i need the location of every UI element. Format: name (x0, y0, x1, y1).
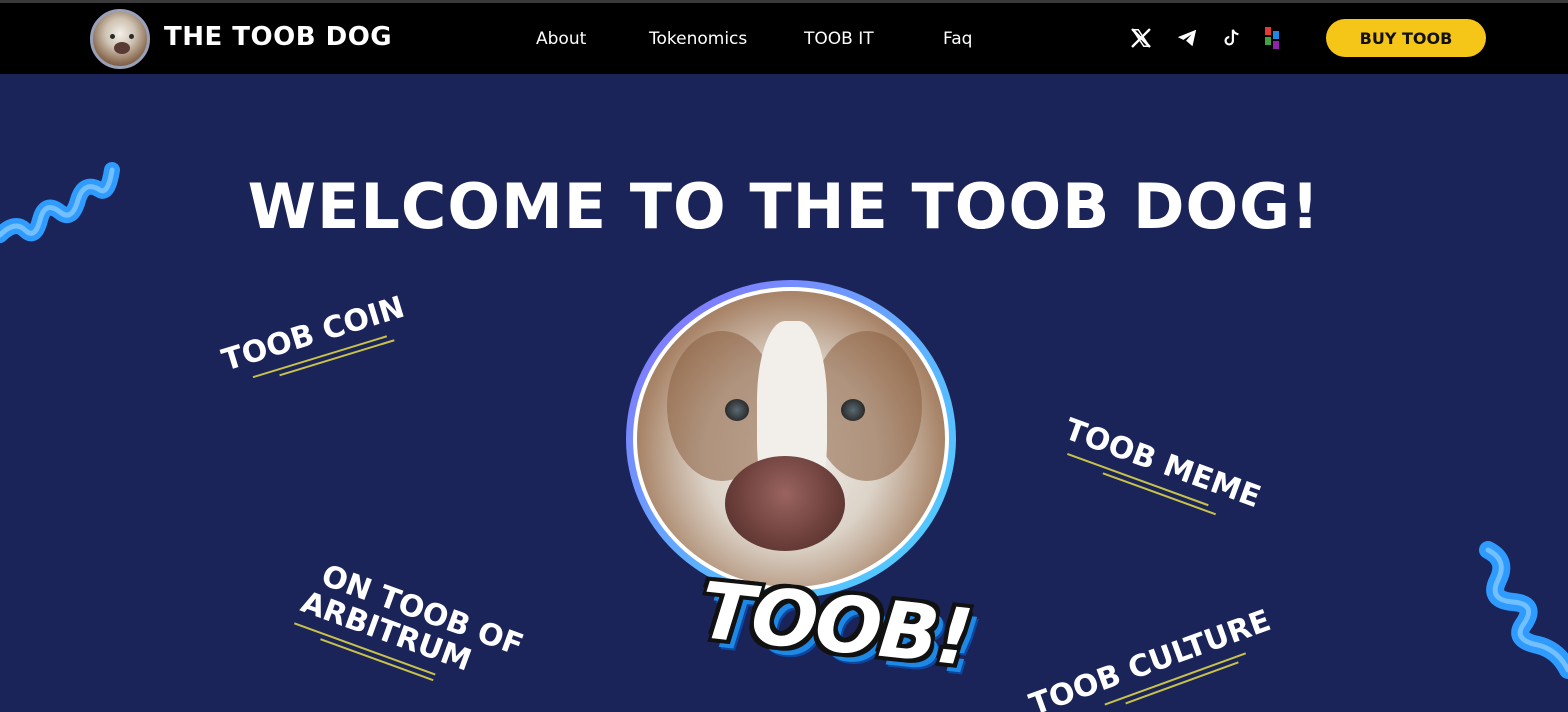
nav-toob-it[interactable]: TOOB IT (804, 29, 874, 49)
tag-arbitrum: ON TOOB OF ARBITRUM (294, 558, 528, 693)
nav-tokenomics[interactable]: Tokenomics (649, 29, 747, 49)
x-icon[interactable] (1128, 25, 1154, 51)
dog-photo (633, 287, 949, 591)
telegram-icon[interactable] (1174, 25, 1200, 51)
dextools-icon[interactable] (1259, 25, 1285, 51)
tag-toob-coin: TOOB COIN (218, 290, 409, 379)
ribbon-decoration-right (1479, 541, 1568, 679)
site-header: THE TOOB DOG About Tokenomics TOOB IT Fa… (0, 3, 1568, 74)
nav-faq[interactable]: Faq (943, 29, 972, 49)
brand-title[interactable]: THE TOOB DOG (164, 22, 392, 52)
logo-avatar[interactable] (90, 9, 150, 69)
dog-logo-image (90, 9, 150, 69)
tag-toob-meme: TOOB MEME (1060, 412, 1265, 515)
nav-about[interactable]: About (536, 29, 586, 49)
toob-badge: TOOB! (696, 566, 975, 684)
hero-title: WELCOME TO THE TOOB DOG! (247, 170, 1321, 243)
tiktok-icon[interactable] (1219, 25, 1245, 51)
tag-toob-culture: TOOB CULTURE (1025, 603, 1275, 712)
buy-toob-button[interactable]: BUY TOOB (1326, 19, 1486, 57)
